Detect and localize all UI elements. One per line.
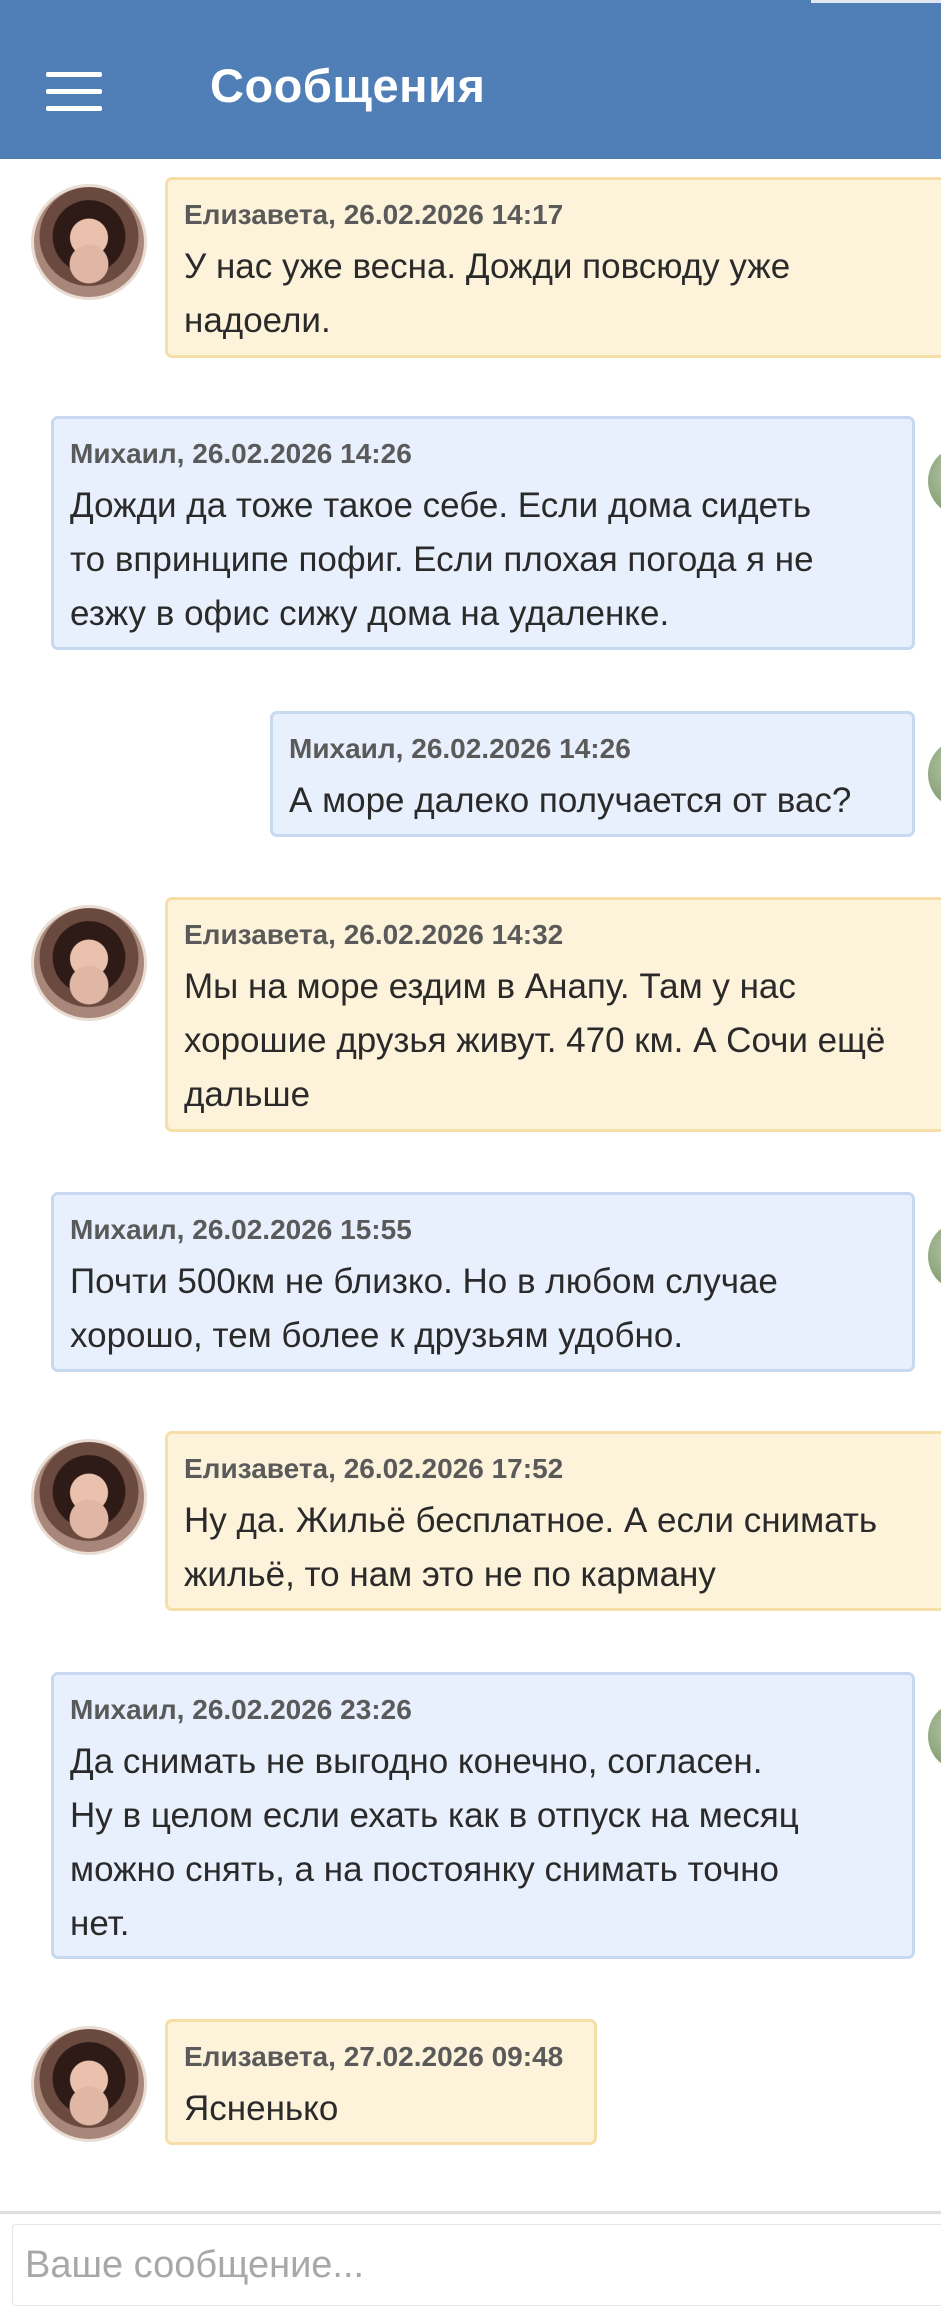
- avatar-elizaveta[interactable]: [31, 184, 147, 300]
- message-meta: Михаил, 26.02.2026 14:26: [70, 438, 412, 469]
- message-text: Дожди да тоже такое себе. Если дома сиде…: [70, 486, 814, 633]
- status-strip: [811, 0, 941, 3]
- avatar-mikhail[interactable]: [928, 446, 941, 516]
- message-composer: [0, 2211, 941, 2316]
- message-meta: Михаил, 26.02.2026 14:26: [289, 733, 631, 764]
- message-meta: Михаил, 26.02.2026 15:55: [70, 1214, 412, 1245]
- message-list[interactable]: Елизавета, 26.02.2026 14:17 У нас уже ве…: [0, 159, 941, 2211]
- message-meta: Елизавета, 26.02.2026 17:52: [184, 1453, 564, 1484]
- message-input[interactable]: [12, 2224, 941, 2306]
- message-bubble-outgoing[interactable]: Михаил, 26.02.2026 14:26 Дожди да тоже т…: [51, 416, 915, 650]
- message-text: Ясненько: [184, 2089, 339, 2128]
- avatar-mikhail[interactable]: [928, 1701, 941, 1771]
- message-text: Да снимать не выгодно конечно, согласен.…: [70, 1742, 799, 1943]
- avatar-elizaveta[interactable]: [31, 1439, 147, 1555]
- message-bubble-incoming[interactable]: Елизавета, 27.02.2026 09:48 Ясненько: [165, 2019, 597, 2145]
- avatar-mikhail[interactable]: [928, 1221, 941, 1291]
- top-app-bar: Сообщения: [0, 0, 941, 159]
- page-title: Сообщения: [210, 59, 486, 112]
- avatar-mikhail[interactable]: [928, 739, 941, 809]
- message-meta: Елизавета, 26.02.2026 14:17: [184, 199, 564, 230]
- avatar-elizaveta[interactable]: [31, 2026, 147, 2142]
- message-text: Мы на море ездим в Анапу. Там у нас хоро…: [184, 967, 886, 1114]
- message-text: У нас уже весна. Дожди повсюду уже надое…: [184, 247, 791, 340]
- message-meta: Михаил, 26.02.2026 23:26: [70, 1694, 412, 1725]
- message-bubble-incoming[interactable]: Елизавета, 26.02.2026 14:32 Мы на море е…: [165, 897, 941, 1132]
- avatar-elizaveta[interactable]: [31, 905, 147, 1021]
- message-bubble-outgoing[interactable]: Михаил, 26.02.2026 15:55 Почти 500км не …: [51, 1192, 915, 1372]
- message-bubble-incoming[interactable]: Елизавета, 26.02.2026 17:52 Ну да. Жильё…: [165, 1431, 941, 1611]
- message-bubble-outgoing[interactable]: Михаил, 26.02.2026 14:26 А море далеко п…: [270, 711, 915, 837]
- message-text: А море далеко получается от вас?: [289, 781, 852, 820]
- message-bubble-incoming[interactable]: Елизавета, 26.02.2026 14:17 У нас уже ве…: [165, 177, 941, 358]
- message-text: Ну да. Жильё бесплатное. А если снимать …: [184, 1501, 878, 1594]
- message-bubble-outgoing[interactable]: Михаил, 26.02.2026 23:26 Да снимать не в…: [51, 1672, 915, 1959]
- message-meta: Елизавета, 27.02.2026 09:48: [184, 2041, 564, 2072]
- message-text: Почти 500км не близко. Но в любом случае…: [70, 1262, 778, 1355]
- message-meta: Елизавета, 26.02.2026 14:32: [184, 919, 564, 950]
- hamburger-menu-icon[interactable]: [46, 72, 102, 112]
